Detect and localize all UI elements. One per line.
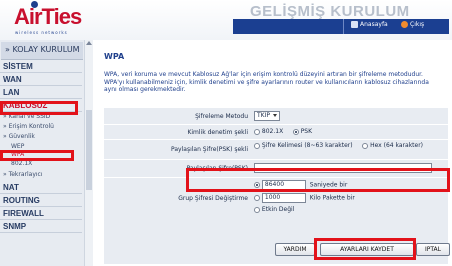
auth-options: 802.1X PSK [254, 128, 312, 135]
logo-dot-icon [31, 1, 38, 8]
psk-type-options: Şifre Kelimesi (8~63 karakter) Hex (64 k… [254, 142, 444, 149]
encryption-value: TKIP [257, 112, 270, 119]
rekey-kb-input[interactable]: 1000 [261, 193, 306, 203]
sidebar-item-snmp[interactable]: SNMP [0, 220, 82, 233]
page-heading: GELİŞMİŞ KURULUM [250, 3, 410, 20]
auth-label: Kimlik denetim şekli [187, 129, 248, 136]
radio-hex-label: Hex (64 karakter) [370, 142, 424, 149]
sidebar-subitem-wep[interactable]: WEP [0, 143, 82, 150]
sidebar-item-quick-setup[interactable]: » KOLAY KURULUM [1, 42, 83, 60]
sidebar-item-routing[interactable]: ROUTING [0, 194, 82, 207]
logo-tagline: wireless networks [15, 30, 68, 35]
quick-setup-label: » KOLAY KURULUM [5, 45, 80, 54]
sidebar-subitem-access-control[interactable]: » Erişim Kontrolü [0, 123, 82, 130]
encryption-label: Şifreleme Metodu [195, 113, 248, 120]
sidebar-item-wan[interactable]: WAN [0, 73, 82, 86]
sidebar-item-system[interactable]: SİSTEM [0, 60, 82, 73]
logo-text: AirTies [14, 4, 82, 29]
airties-logo[interactable]: AirTies [14, 1, 82, 30]
row-encryption: Şifreleme Metodu TKIP [104, 108, 448, 125]
radio-passphrase[interactable] [254, 142, 260, 149]
highlight-wireless [0, 101, 78, 115]
main-content: WPA WPA, veri koruma ve mevcut Kablosuz … [94, 40, 452, 266]
cancel-button[interactable]: IPTAL [416, 243, 450, 256]
row-psk-type: Paylaşılan Şifre(PSK) şekli Şifre Kelime… [104, 139, 448, 160]
radio-rekey-disabled[interactable] [254, 206, 260, 213]
home-label: Anasayfa [360, 21, 388, 28]
radio-psk-label: PSK [300, 128, 313, 135]
header: AirTies wireless networks GELİŞMİŞ KURUL… [0, 0, 452, 40]
logout-icon [401, 21, 408, 28]
scroll-up-icon[interactable] [86, 41, 92, 45]
sidebar-subitem-repeater[interactable]: » Tekrarlayıcı [0, 171, 82, 178]
radio-psk[interactable] [292, 128, 299, 135]
sidebar-subitem-security[interactable]: » Güvenlik [0, 133, 82, 140]
rekey-disabled-control: Etkin Değil [254, 206, 294, 213]
logout-link[interactable]: Çıkış [401, 21, 424, 28]
radio-8021x[interactable] [254, 128, 260, 135]
page-title: WPA [104, 52, 125, 61]
home-link[interactable]: Anasayfa [351, 21, 388, 28]
sidebar-subitem-8021x[interactable]: 802.1X [0, 160, 82, 167]
radio-hex[interactable] [362, 142, 369, 149]
radio-rekey-kb[interactable] [254, 195, 260, 201]
radio-8021x-label: 802.1X [261, 128, 284, 135]
sidebar-item-firewall[interactable]: FIREWALL [0, 207, 82, 220]
nav-divider [343, 19, 344, 34]
logout-label: Çıkış [410, 21, 425, 28]
sidebar-scrollbar[interactable] [84, 40, 93, 266]
rekey-kb-unit: Kilo Pakette bir [309, 194, 355, 202]
page-description: WPA, veri koruma ve mevcut Kablosuz Ağ'l… [104, 71, 429, 93]
home-icon [351, 21, 358, 28]
scrollbar-thumb[interactable] [86, 110, 92, 190]
sidebar-item-nat[interactable]: NAT [0, 181, 82, 194]
psk-type-label: Paylaşılan Şifre(PSK) şekli [171, 146, 248, 153]
highlight-wpa [0, 150, 74, 161]
row-auth: Kimlik denetim şekli 802.1X PSK [104, 124, 448, 140]
encryption-select[interactable]: TKIP [254, 111, 280, 121]
rekey-kb-control: 1000 Kilo Pakette bir [254, 193, 355, 203]
highlight-psk-row [186, 168, 450, 192]
encryption-control: TKIP [254, 111, 280, 121]
sidebar-item-lan[interactable]: LAN [0, 86, 82, 99]
rekey-label: Grup Şifresi Değiştirme [178, 195, 248, 202]
rekey-disabled-label: Etkin Değil [261, 206, 295, 213]
dropdown-arrow-icon [273, 114, 277, 117]
highlight-save-button [314, 238, 416, 260]
radio-passphrase-label: Şifre Kelimesi (8~63 karakter) [261, 142, 353, 149]
top-nav-bar: Anasayfa Çıkış [233, 19, 449, 34]
help-button[interactable]: YARDIM [275, 243, 315, 256]
